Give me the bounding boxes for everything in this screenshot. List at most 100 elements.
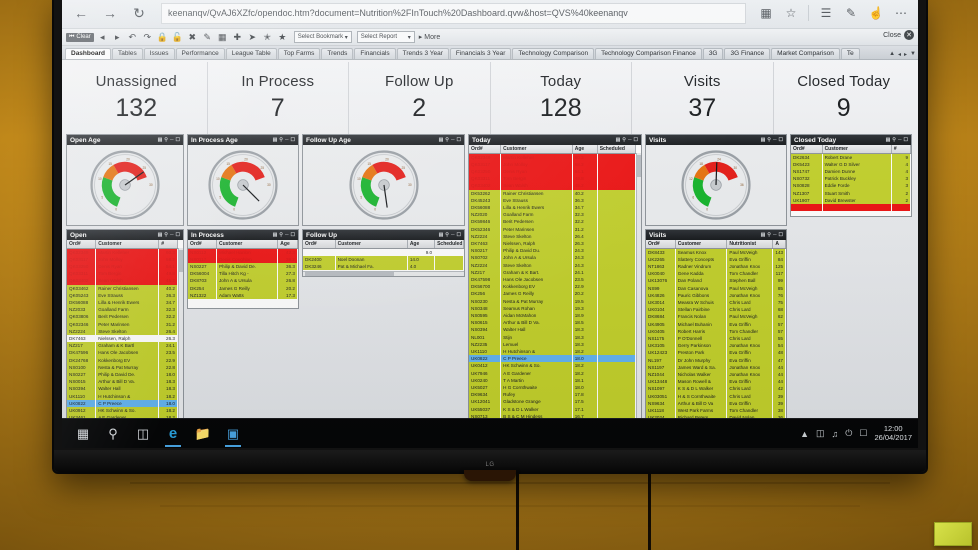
column-header[interactable]: # bbox=[158, 240, 178, 249]
minimize-icon[interactable]: ─ bbox=[285, 232, 289, 238]
bookmark-select[interactable]: Select Bookmark ▾ bbox=[293, 31, 352, 43]
table-row[interactable]: UK0405 Robert Harris Tom Chandler 57 bbox=[646, 327, 786, 335]
calendar-icon[interactable]: ▦ bbox=[216, 31, 229, 44]
kpi-follow-up[interactable]: Follow Up 2 bbox=[349, 62, 491, 134]
table-row[interactable]: UK03051 H & S Cornthwaite Chris Lard 39 bbox=[646, 392, 786, 400]
chart-icon[interactable]: ▤ bbox=[439, 137, 444, 143]
minimize-icon[interactable]: ─ bbox=[170, 232, 174, 238]
scrollbar-thumb[interactable] bbox=[305, 272, 394, 276]
table-row[interactable]: QK03117 John Molloy 58.2 bbox=[67, 255, 178, 263]
table-row[interactable]: UK1907 David Brewster 2 bbox=[791, 196, 911, 204]
table-row[interactable]: DK56088 Lilla & Henrik Ewers 34.7 bbox=[469, 203, 637, 212]
table-row[interactable]: NS0394 Walter Hall 18.3 bbox=[469, 326, 637, 334]
table-row[interactable]: NS0394 Walter Hall 18.3 bbox=[67, 385, 178, 393]
maximize-icon[interactable]: ☐ bbox=[457, 232, 461, 238]
table-scroll-area[interactable]: Ord# Customer Age Scheduled QK02349 Martin Ke… bbox=[469, 145, 641, 433]
table-row[interactable]: UK2265 Slattery Concepts Eva Griffin 84 bbox=[646, 255, 786, 263]
close-document-button[interactable]: Close ✕ bbox=[883, 30, 914, 40]
table-row[interactable]: NT1863 Radner Vindrum Jonathan Knox 125 bbox=[646, 262, 786, 271]
table-row[interactable]: NS0732 Patrick Buckley 3 bbox=[791, 175, 911, 183]
kpi-in-process[interactable]: In Process 7 bbox=[208, 62, 349, 134]
add-icon[interactable]: ✚ bbox=[231, 31, 244, 44]
redo-icon[interactable]: ↷ bbox=[141, 31, 154, 44]
table-row[interactable]: NS0595 Aidan McMahon 18.9 bbox=[469, 311, 637, 320]
table-row[interactable]: NS1197 James Ward & Sa. Jonathan Knox 44 bbox=[646, 363, 786, 371]
clear-selection-icon[interactable]: ✖ bbox=[186, 31, 199, 44]
table-row[interactable]: DK254 James G Reilly 20.2 bbox=[188, 284, 298, 292]
table-row[interactable]: NS0348 Seamus Rohan 19.3 bbox=[469, 304, 637, 312]
table-row[interactable]: NS1097 K S & D L Walker Chris Lard 42 bbox=[646, 385, 786, 393]
clear-selections-button[interactable]: ⏮ Clear bbox=[66, 32, 94, 42]
column-header[interactable]: Scheduled bbox=[597, 145, 637, 154]
forward-arrow-icon[interactable]: → bbox=[97, 1, 123, 25]
search-icon[interactable]: ⚲ bbox=[767, 232, 771, 238]
minimize-icon[interactable]: ─ bbox=[170, 137, 174, 143]
table-row[interactable]: NZ2235 Lemuel 18.3 bbox=[469, 340, 637, 348]
table-row[interactable]: QK02349 Martin Kelleher 60.3 bbox=[469, 153, 637, 161]
table-row[interactable]: DK52346 Peter Marinsen 31.2 bbox=[469, 225, 637, 233]
table-row[interactable]: DK8433 Seamus Knox Paul McVeigh 143 bbox=[646, 248, 786, 256]
table-row[interactable]: DK2400 Noel Doonan 14.0 bbox=[303, 255, 464, 263]
refresh-icon[interactable]: ↻ bbox=[126, 1, 152, 25]
minimize-icon[interactable]: ─ bbox=[628, 137, 632, 143]
column-header[interactable]: Age bbox=[407, 240, 436, 249]
chart-icon[interactable]: ▤ bbox=[886, 137, 891, 143]
table-row[interactable]: NZ2224 Steve Skelton 26.4 bbox=[469, 232, 637, 240]
tab-issues[interactable]: Issues bbox=[143, 48, 175, 59]
network-icon[interactable]: ◫ bbox=[816, 428, 825, 439]
chart-icon[interactable]: ▤ bbox=[616, 137, 621, 143]
bookmark-add-icon[interactable]: ✭ bbox=[261, 31, 274, 44]
table-row[interactable]: UK0040 Gene Kadda Tom Chandler 117 bbox=[646, 270, 786, 278]
maximize-icon[interactable]: ☐ bbox=[291, 137, 295, 143]
column-header[interactable]: A bbox=[772, 240, 786, 249]
table-row[interactable]: UK0104 Stellan Fairbine Chris Lard 68 bbox=[646, 306, 786, 314]
maximize-icon[interactable]: ☐ bbox=[457, 137, 461, 143]
table-scroll-area[interactable]: Ord# Customer Age Scheduled 9.0 DK2400 Noel Do… bbox=[303, 240, 464, 276]
column-header[interactable]: Scheduled bbox=[434, 240, 464, 249]
forward-icon[interactable]: ▸ bbox=[111, 31, 124, 44]
gauge-chart[interactable]: 0 5 10 15 20 25 30 bbox=[87, 147, 163, 223]
table-row[interactable] bbox=[791, 203, 911, 212]
chart-icon[interactable]: ▤ bbox=[761, 137, 766, 143]
undo-icon[interactable]: ↶ bbox=[126, 31, 139, 44]
table-row[interactable]: DK256 James G Reilly 20.2 bbox=[469, 290, 637, 298]
table-row[interactable]: NS9634 Arthur & Bill D Va Eva Griffin 39 bbox=[646, 399, 786, 407]
minimize-icon[interactable]: ─ bbox=[451, 232, 455, 238]
table-row[interactable]: NS0112 Michael Hanlon 42.3 bbox=[188, 248, 298, 256]
windows-start-icon[interactable]: ▦ bbox=[68, 420, 98, 448]
column-header[interactable]: Ord# bbox=[469, 145, 502, 154]
maximize-icon[interactable]: ☐ bbox=[779, 137, 783, 143]
tab-trends-3-year[interactable]: Trends 3 Year bbox=[396, 48, 449, 59]
share-icon[interactable]: ☝ bbox=[865, 2, 887, 24]
search-icon[interactable]: ⚲ bbox=[445, 232, 449, 238]
table-row[interactable]: DK2634 Robert Drane 9 bbox=[791, 153, 911, 161]
chart-icon[interactable]: ▤ bbox=[158, 137, 163, 143]
search-icon[interactable]: ⚲ bbox=[767, 137, 771, 143]
table-row[interactable]: NS0615 Arthur & Bill D Va. 18.5 bbox=[469, 319, 637, 327]
chart-icon[interactable]: ▤ bbox=[439, 232, 444, 238]
reading-view-icon[interactable]: ▦ bbox=[755, 2, 777, 24]
table-row[interactable]: UK5027H G Cornthwaite18.0 bbox=[469, 384, 637, 392]
tab-3g[interactable]: 3G bbox=[702, 48, 724, 59]
kpi-closed-today[interactable]: Closed Today 9 bbox=[774, 62, 915, 134]
chart-icon[interactable]: ▤ bbox=[158, 232, 163, 238]
table-row[interactable]: NZ217 Graham & K Bart. 24.1 bbox=[469, 268, 637, 276]
table-row[interactable]: UK13448 Mason Rowell & Eva Griffin 44 bbox=[646, 378, 786, 386]
table-row[interactable]: NS0015 Arthur & Bill D Va. 18.3 bbox=[67, 378, 178, 386]
table-row[interactable]: UK4905 Michael Buhanin Eva Griffin 57 bbox=[646, 320, 786, 328]
table-row[interactable]: DK3246 Pat & Michael Fa. 4.0 bbox=[303, 262, 464, 271]
kpi-visits[interactable]: Visits 37 bbox=[632, 62, 774, 134]
edge-browser-icon[interactable]: e bbox=[158, 420, 188, 448]
minimize-icon[interactable]: ─ bbox=[285, 137, 289, 143]
table-row[interactable]: NS0227 Philip & David De. 36.3 bbox=[188, 262, 298, 271]
table-row[interactable]: QK03311 Tom Bergin 49.8 bbox=[469, 175, 637, 183]
table-row[interactable]: NS0230 Nesta & Pat Murray 19.5 bbox=[469, 297, 637, 305]
minimize-icon[interactable]: ─ bbox=[773, 232, 777, 238]
table-row[interactable]: NZ1307 Stuart Smith 2 bbox=[791, 189, 911, 197]
tab-league-table[interactable]: League Table bbox=[225, 48, 277, 59]
minimize-icon[interactable]: ─ bbox=[451, 137, 455, 143]
maximize-icon[interactable]: ☐ bbox=[904, 137, 908, 143]
chart-icon[interactable]: ▤ bbox=[273, 232, 278, 238]
table-row[interactable]: DK24768 Kokkenborg EV 22.9 bbox=[67, 356, 178, 364]
column-header[interactable]: Nutritionist bbox=[726, 240, 774, 249]
